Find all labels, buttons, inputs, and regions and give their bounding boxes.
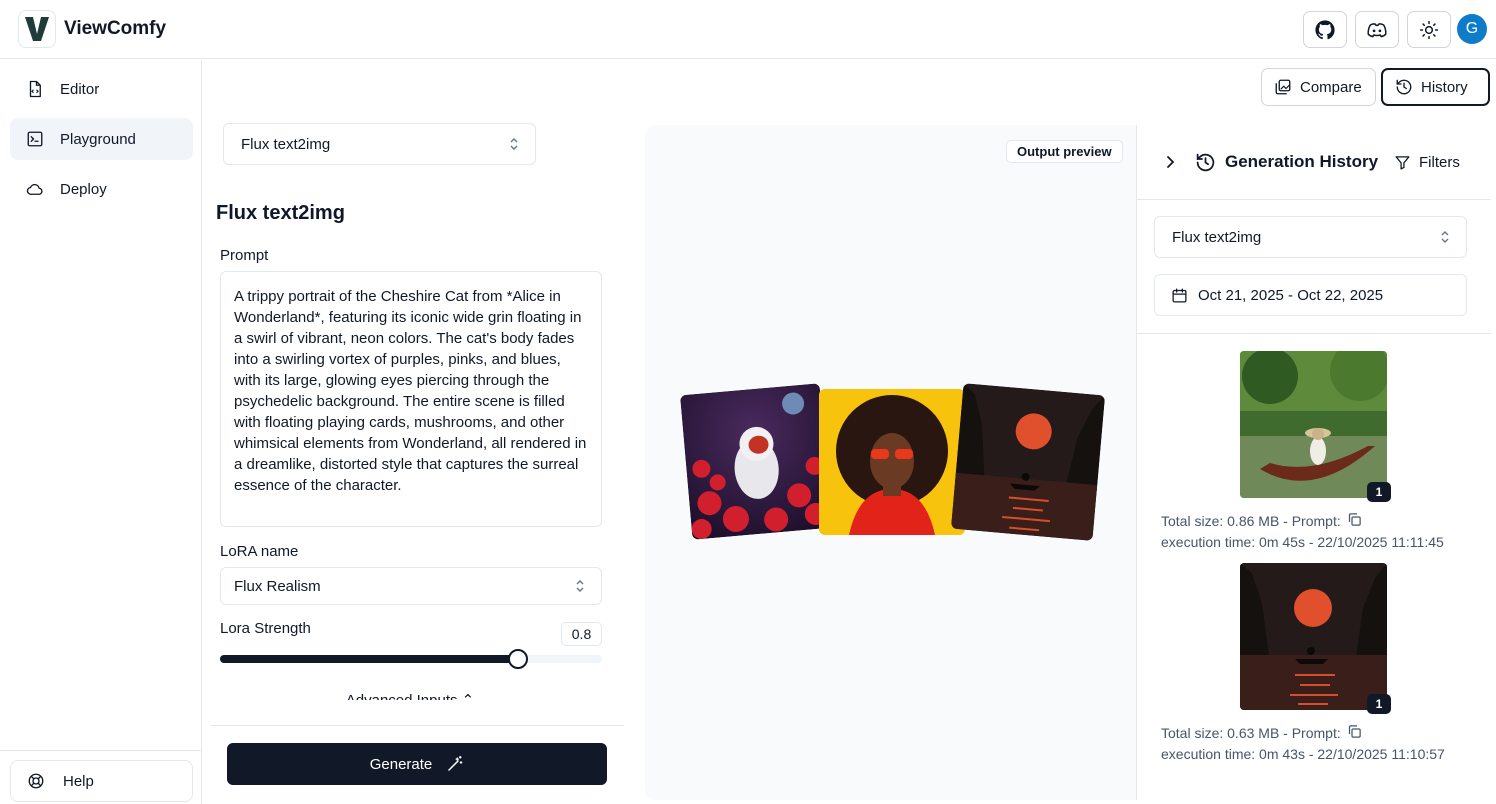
- history-entry-size: Total size: 0.86 MB - Prompt:: [1161, 513, 1341, 529]
- history-button[interactable]: History: [1381, 68, 1490, 106]
- history-header-divider: [1137, 199, 1491, 200]
- canoe-image: [1240, 351, 1387, 498]
- magic-wand-icon: [448, 755, 463, 771]
- astronaut-image: [679, 383, 833, 540]
- portrait-image: [819, 389, 965, 535]
- filter-icon[interactable]: [1394, 154, 1411, 171]
- output-preview-badge: Output preview: [1006, 140, 1123, 163]
- compare-label: Compare: [1300, 78, 1362, 96]
- sidebar-item-deploy[interactable]: Deploy: [10, 168, 193, 210]
- history-entry-size-line: Total size: 0.86 MB - Prompt:: [1161, 511, 1444, 532]
- chevron-updown-icon: [510, 138, 518, 150]
- chevron-right-icon[interactable]: [1163, 155, 1177, 169]
- history-entry-meta: Total size: 0.86 MB - Prompt: execution …: [1161, 511, 1444, 553]
- terminal-icon: [27, 131, 43, 147]
- images-icon: [1275, 79, 1291, 95]
- discord-icon: [1367, 22, 1387, 37]
- history-workflow-select[interactable]: Flux text2img: [1154, 216, 1467, 258]
- top-bar: ViewComfy G: [0, 0, 1496, 59]
- moon-image: [950, 383, 1106, 541]
- strength-label: Lora Strength: [220, 620, 311, 637]
- lora-select-value: Flux Realism: [234, 577, 321, 595]
- image-count-badge: 1: [1367, 482, 1391, 502]
- sidebar-item-editor[interactable]: Editor: [10, 68, 193, 110]
- strength-slider-track[interactable]: [220, 655, 602, 663]
- calendar-icon: [1172, 287, 1187, 303]
- theme-toggle-button[interactable]: [1407, 11, 1451, 48]
- sidebar-item-label: Playground: [60, 130, 136, 148]
- filters-button[interactable]: Filters: [1419, 154, 1460, 171]
- history-workflow-value: Flux text2img: [1172, 228, 1262, 246]
- generate-label: Generate: [369, 755, 433, 773]
- advanced-inputs-label: Advanced Inputs: [346, 692, 458, 700]
- history-entry-time: execution time: 0m 43s - 22/10/2025 11:1…: [1161, 746, 1445, 762]
- compare-button[interactable]: Compare: [1261, 68, 1376, 106]
- output-image-astronaut[interactable]: [679, 383, 833, 540]
- form-title: Flux text2img: [216, 202, 345, 224]
- history-entry-size: Total size: 0.63 MB - Prompt:: [1161, 725, 1341, 741]
- logo-icon: [25, 17, 49, 41]
- form-divider: [211, 725, 624, 726]
- help-label: Help: [63, 772, 94, 790]
- history-entry-time: execution time: 0m 45s - 22/10/2025 11:1…: [1161, 534, 1444, 550]
- history-entry-meta: Total size: 0.63 MB - Prompt: execution …: [1161, 723, 1445, 765]
- workflow-select-value: Flux text2img: [241, 135, 331, 153]
- workflow-select[interactable]: Flux text2img: [223, 123, 536, 165]
- prompt-label: Prompt: [220, 247, 269, 264]
- prompt-textarea[interactable]: A trippy portrait of the Cheshire Cat fr…: [220, 271, 602, 527]
- moon-image: [1240, 563, 1387, 710]
- history-icon: [1396, 79, 1412, 95]
- lifebuoy-icon: [28, 773, 44, 789]
- sidebar: Editor Playground Deploy Help: [0, 60, 202, 804]
- history-image-canoe[interactable]: [1240, 351, 1387, 498]
- file-icon: [29, 80, 41, 98]
- output-image-portrait[interactable]: [819, 389, 965, 535]
- help-button[interactable]: Help: [10, 760, 193, 802]
- lora-select[interactable]: Flux Realism: [220, 567, 602, 605]
- copy-icon[interactable]: [1347, 512, 1362, 527]
- history-title: Generation History: [1225, 152, 1379, 171]
- github-button[interactable]: [1303, 11, 1347, 48]
- advanced-inputs-toggle[interactable]: Advanced Inputs ⌃: [300, 692, 520, 700]
- user-avatar[interactable]: G: [1457, 14, 1487, 44]
- history-filter-divider: [1137, 333, 1491, 334]
- lora-label: LoRA name: [220, 543, 299, 560]
- discord-button[interactable]: [1355, 11, 1399, 48]
- sun-icon: [1419, 20, 1439, 39]
- strength-slider-fill: [220, 655, 518, 663]
- chevron-up-icon: ⌃: [462, 692, 475, 700]
- date-range-picker[interactable]: Oct 21, 2025 - Oct 22, 2025: [1154, 274, 1467, 316]
- copy-icon[interactable]: [1347, 724, 1362, 739]
- date-range-value: Oct 21, 2025 - Oct 22, 2025: [1198, 286, 1384, 304]
- image-count-badge: 1: [1367, 694, 1391, 714]
- sidebar-divider: [0, 750, 201, 751]
- chevron-updown-icon: [576, 580, 584, 592]
- output-image-moon[interactable]: [950, 383, 1106, 541]
- sidebar-item-label: Editor: [60, 80, 100, 98]
- history-label: History: [1421, 78, 1468, 96]
- strength-value[interactable]: 0.8: [561, 622, 602, 646]
- app-title: ViewComfy: [64, 18, 167, 39]
- sidebar-item-playground[interactable]: Playground: [10, 118, 193, 160]
- strength-slider-thumb[interactable]: [507, 649, 528, 669]
- app-logo[interactable]: [18, 10, 56, 48]
- history-icon: [1196, 153, 1215, 172]
- generate-button[interactable]: Generate: [227, 743, 607, 785]
- chevron-updown-icon: [1441, 231, 1449, 243]
- history-entry-size-line: Total size: 0.63 MB - Prompt:: [1161, 723, 1445, 744]
- cloud-icon: [26, 183, 43, 195]
- sidebar-item-label: Deploy: [60, 180, 107, 198]
- history-image-moon[interactable]: [1240, 563, 1387, 710]
- github-icon: [1315, 19, 1335, 39]
